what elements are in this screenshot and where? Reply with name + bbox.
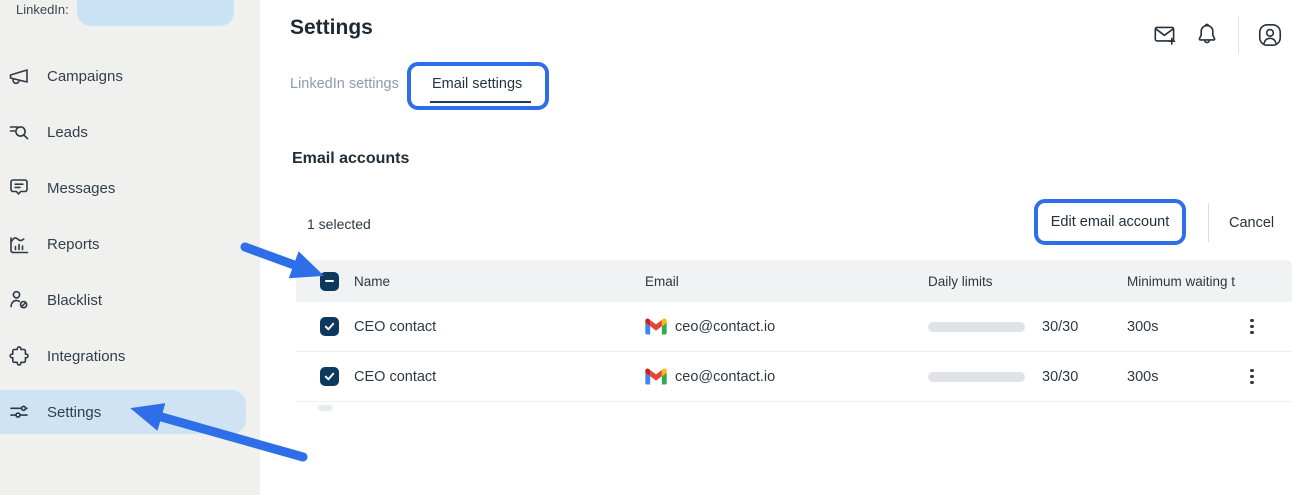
column-header-name[interactable]: Name — [354, 274, 645, 289]
chart-icon — [7, 232, 31, 256]
row-email: ceo@contact.io — [675, 369, 775, 385]
person-block-icon — [7, 288, 31, 312]
email-accounts-table: Name Email Daily limits Minimum waiting … — [296, 260, 1292, 402]
sidebar-item-label: Integrations — [47, 348, 125, 365]
row-menu-icon[interactable] — [1242, 316, 1262, 337]
sidebar-nav: Campaigns Leads Messages — [0, 48, 260, 440]
chat-bubble-icon — [7, 176, 31, 200]
table-header-row: Name Email Daily limits Minimum waiting … — [296, 260, 1292, 302]
sidebar-item-settings[interactable]: Settings — [0, 384, 260, 440]
mail-plus-icon[interactable] — [1151, 21, 1179, 49]
column-header-daily-limits[interactable]: Daily limits — [928, 274, 1127, 289]
edit-email-account-button[interactable]: Edit email account — [1038, 201, 1182, 243]
row-menu-icon[interactable] — [1242, 366, 1262, 387]
daily-limit-bar — [928, 372, 1025, 382]
cancel-button[interactable]: Cancel — [1229, 215, 1274, 231]
row-email: ceo@contact.io — [675, 319, 775, 335]
min-waiting-value: 300s — [1127, 369, 1240, 385]
section-title-email-accounts: Email accounts — [292, 150, 409, 168]
tab-linkedin-settings[interactable]: LinkedIn settings — [290, 76, 399, 92]
row-checkbox[interactable] — [320, 317, 339, 336]
row-checkbox[interactable] — [320, 367, 339, 386]
page-title: Settings — [290, 16, 373, 40]
gmail-icon — [645, 318, 667, 335]
column-header-min-waiting[interactable]: Minimum waiting t — [1127, 274, 1240, 289]
sidebar-item-leads[interactable]: Leads — [0, 104, 260, 160]
daily-limit-bar — [928, 322, 1025, 332]
header-divider — [1238, 16, 1239, 54]
app-root: { "sidebar": { "linkedin_label": "Linked… — [0, 0, 1299, 495]
sidebar-item-campaigns[interactable]: Campaigns — [0, 48, 260, 104]
gmail-icon — [645, 368, 667, 385]
table-row[interactable]: CEO contact ceo@contact.io 30/30 300s — [296, 302, 1292, 352]
sidebar-item-integrations[interactable]: Integrations — [0, 328, 260, 384]
header-actions — [1144, 16, 1291, 54]
sidebar-item-label: Campaigns — [47, 68, 123, 85]
row-name: CEO contact — [354, 319, 645, 335]
active-tab-underline — [430, 101, 531, 103]
sliders-icon — [7, 400, 31, 424]
table-header-checkbox[interactable] — [320, 272, 339, 291]
row-name: CEO contact — [354, 369, 645, 385]
sidebar-item-label: Messages — [47, 180, 115, 197]
puzzle-icon — [7, 344, 31, 368]
selected-count-label: 1 selected — [307, 216, 371, 232]
sidebar-item-label: Settings — [47, 404, 101, 421]
sidebar-item-messages[interactable]: Messages — [0, 160, 260, 216]
bell-icon[interactable] — [1193, 21, 1221, 49]
sidebar: LinkedIn: Campaigns Leads — [0, 0, 260, 495]
sidebar-item-label: Blacklist — [47, 292, 102, 309]
sidebar-item-blacklist[interactable]: Blacklist — [0, 272, 260, 328]
sidebar-item-label: Reports — [47, 236, 100, 253]
sidebar-item-label: Leads — [47, 124, 88, 141]
table-row[interactable]: CEO contact ceo@contact.io 30/30 300s — [296, 352, 1292, 402]
megaphone-icon — [7, 64, 31, 88]
partial-row-fragment — [318, 405, 333, 411]
daily-limit-value: 30/30 — [1042, 319, 1078, 335]
linkedin-account-pill[interactable] — [77, 0, 234, 26]
toolbar-divider — [1208, 203, 1209, 242]
daily-limit-value: 30/30 — [1042, 369, 1078, 385]
linkedin-account-label: LinkedIn: — [16, 2, 69, 17]
user-icon[interactable] — [1256, 21, 1284, 49]
min-waiting-value: 300s — [1127, 319, 1240, 335]
search-leads-icon — [7, 120, 31, 144]
tab-email-settings[interactable]: Email settings — [432, 76, 522, 92]
sidebar-item-reports[interactable]: Reports — [0, 216, 260, 272]
column-header-email[interactable]: Email — [645, 274, 928, 289]
